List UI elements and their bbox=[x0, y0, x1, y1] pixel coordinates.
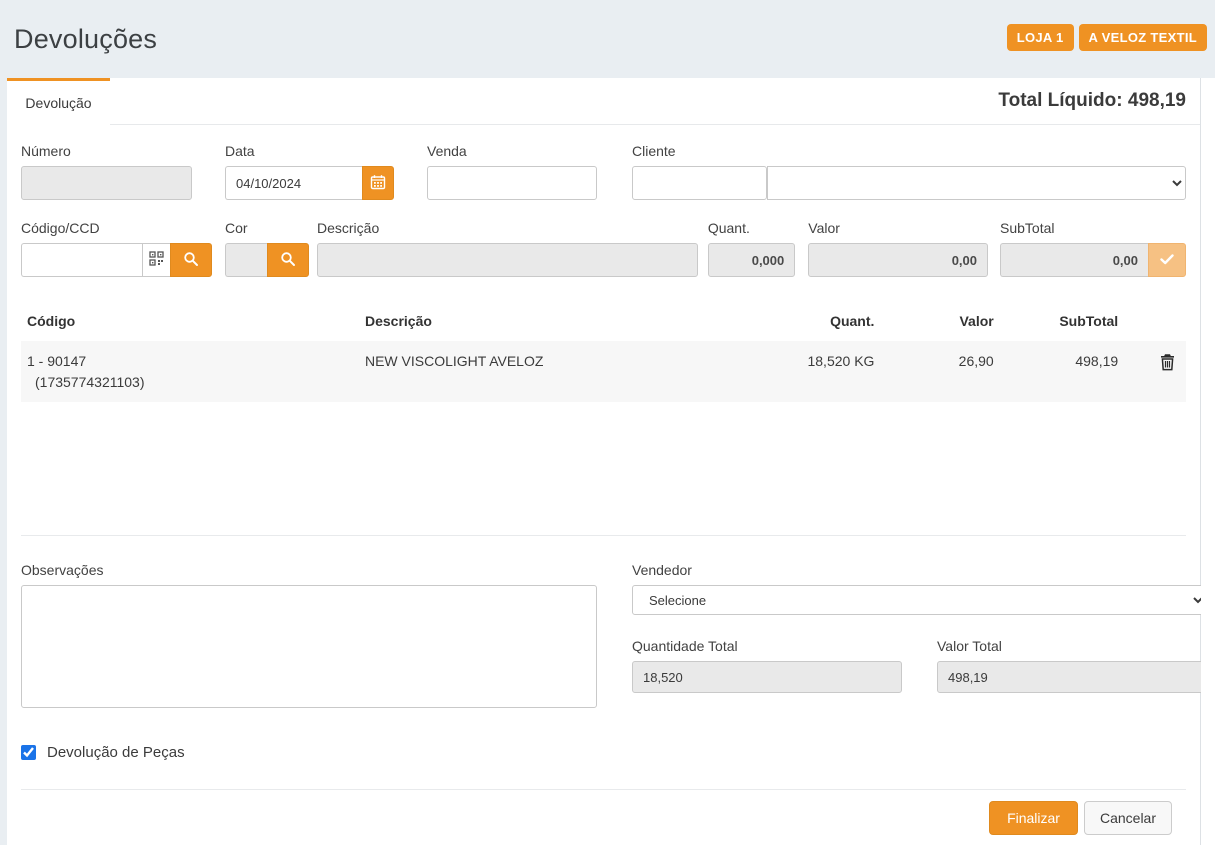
cell-descricao: NEW VISCOLIGHT AVELOZ bbox=[359, 341, 741, 402]
data-field[interactable] bbox=[225, 166, 362, 200]
codigo-ccd-label: Código/CCD bbox=[21, 220, 212, 236]
data-label: Data bbox=[225, 143, 394, 159]
items-table: Código Descrição Quant. Valor SubTotal 1… bbox=[21, 305, 1186, 402]
calendar-button[interactable] bbox=[362, 166, 394, 200]
barcode-scan-button[interactable] bbox=[142, 243, 170, 277]
quant-field bbox=[708, 243, 795, 277]
col-descricao: Descrição bbox=[359, 305, 741, 341]
cor-label: Cor bbox=[225, 220, 309, 236]
subtotal-field bbox=[1000, 243, 1148, 277]
observacoes-label: Observações bbox=[21, 562, 597, 578]
cell-quant: 18,520 KG bbox=[741, 341, 880, 402]
codigo-line2: (1735774321103) bbox=[27, 374, 353, 390]
total-liquido-label: Total Líquido: bbox=[998, 90, 1122, 111]
table-row: 1 - 90147 (1735774321103) NEW VISCOLIGHT… bbox=[21, 341, 1186, 402]
devolucao-pecas-checkbox[interactable] bbox=[21, 745, 36, 760]
right-gutter bbox=[1201, 78, 1215, 845]
form-row-2: Código/CCD bbox=[21, 220, 1186, 277]
cliente-code-field[interactable] bbox=[632, 166, 767, 200]
delete-item-button[interactable] bbox=[1155, 353, 1180, 374]
devolucao-pecas-row: Devolução de Peças bbox=[21, 744, 1186, 761]
content-panel: Devolução Total Líquido: 498,19 Número bbox=[7, 78, 1201, 845]
search-icon bbox=[183, 251, 199, 270]
col-subtotal: SubTotal bbox=[1000, 305, 1124, 341]
numero-label: Número bbox=[21, 143, 192, 159]
quantidade-total-field bbox=[632, 661, 902, 693]
cell-valor: 26,90 bbox=[880, 341, 999, 402]
valor-total-label: Valor Total bbox=[937, 638, 1207, 654]
footer-actions: Finalizar Cancelar bbox=[21, 789, 1186, 845]
col-valor: Valor bbox=[880, 305, 999, 341]
tab-bar: Devolução Total Líquido: 498,19 bbox=[7, 78, 1200, 125]
store-badge-loja[interactable]: LOJA 1 bbox=[1007, 24, 1074, 51]
observacoes-textarea[interactable] bbox=[21, 585, 597, 708]
valor-total-field bbox=[937, 661, 1207, 693]
descricao-field bbox=[317, 243, 698, 277]
cliente-label: Cliente bbox=[632, 143, 1186, 159]
items-table-header: Código Descrição Quant. Valor SubTotal bbox=[21, 305, 1186, 341]
devolucoes-page: Devoluções LOJA 1 A VELOZ TEXTIL Devoluç… bbox=[0, 0, 1215, 845]
valor-label: Valor bbox=[808, 220, 988, 236]
qrcode-icon bbox=[149, 251, 164, 269]
venda-label: Venda bbox=[427, 143, 597, 159]
quant-label: Quant. bbox=[708, 220, 795, 236]
page-header: Devoluções LOJA 1 A VELOZ TEXTIL bbox=[0, 0, 1215, 78]
subtotal-label: SubTotal bbox=[1000, 220, 1186, 236]
col-codigo: Código bbox=[21, 305, 359, 341]
quantidade-total-label: Quantidade Total bbox=[632, 638, 902, 654]
venda-field[interactable] bbox=[427, 166, 597, 200]
store-badge-company[interactable]: A VELOZ TEXTIL bbox=[1079, 24, 1207, 51]
cell-subtotal: 498,19 bbox=[1000, 341, 1124, 402]
cor-field bbox=[225, 243, 267, 277]
codigo-ccd-field[interactable] bbox=[21, 243, 142, 277]
tab-devolucao[interactable]: Devolução bbox=[7, 78, 110, 125]
page-title: Devoluções bbox=[14, 24, 157, 55]
cor-search-button[interactable] bbox=[267, 243, 309, 277]
cell-actions bbox=[1124, 341, 1186, 402]
cliente-select[interactable] bbox=[767, 166, 1186, 200]
cell-codigo: 1 - 90147 (1735774321103) bbox=[21, 341, 359, 402]
col-quant: Quant. bbox=[741, 305, 880, 341]
codigo-line1: 1 - 90147 bbox=[27, 353, 353, 369]
confirm-item-button[interactable] bbox=[1148, 243, 1186, 277]
devolucao-pecas-label: Devolução de Peças bbox=[47, 744, 185, 761]
col-actions bbox=[1124, 305, 1186, 341]
calendar-icon bbox=[370, 174, 386, 193]
descricao-label: Descrição bbox=[317, 220, 698, 236]
cancelar-button[interactable]: Cancelar bbox=[1084, 801, 1172, 835]
numero-field bbox=[21, 166, 192, 200]
total-liquido-value: 498,19 bbox=[1128, 90, 1186, 111]
total-liquido: Total Líquido: 498,19 bbox=[998, 90, 1186, 112]
vendedor-select[interactable]: Selecione bbox=[632, 585, 1207, 615]
check-icon bbox=[1159, 251, 1175, 270]
form-row-1: Número Data bbox=[21, 143, 1186, 200]
tab-bar-right: Total Líquido: 498,19 bbox=[110, 78, 1200, 125]
finalizar-button[interactable]: Finalizar bbox=[989, 801, 1078, 835]
left-gutter bbox=[0, 78, 7, 845]
vendedor-label: Vendedor bbox=[632, 562, 1207, 578]
trash-icon bbox=[1159, 359, 1176, 374]
search-icon bbox=[280, 251, 296, 270]
details-section: Observações Vendedor Selecione bbox=[21, 536, 1186, 713]
store-badges: LOJA 1 A VELOZ TEXTIL bbox=[1007, 24, 1207, 51]
codigo-search-button[interactable] bbox=[170, 243, 212, 277]
valor-field bbox=[808, 243, 988, 277]
